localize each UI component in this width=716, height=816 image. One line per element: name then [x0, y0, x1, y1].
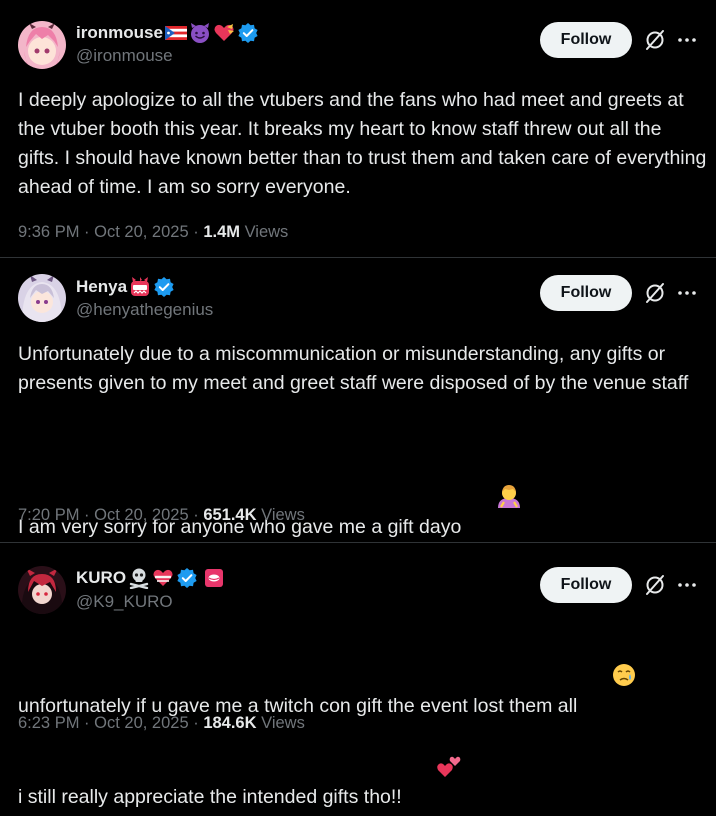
views-count[interactable]: 1.4M	[203, 223, 240, 241]
views-label: Views	[244, 223, 289, 241]
smiling-devil-face-icon	[189, 22, 211, 44]
post-text-line-2: i still really appreciate the intended g…	[18, 786, 402, 808]
grok-icon[interactable]	[643, 281, 667, 305]
post-text: Unfortunately due to a miscommunication …	[18, 340, 708, 398]
verified-badge-icon	[153, 276, 175, 298]
more-options-icon[interactable]	[675, 28, 699, 52]
grok-icon[interactable]	[643, 28, 667, 52]
puerto-rico-flag-icon	[164, 26, 187, 40]
more-options-icon[interactable]	[675, 281, 699, 305]
skull-and-crossbones-icon	[128, 567, 150, 589]
meta-separator: ·	[193, 506, 199, 524]
verified-badge-icon	[176, 567, 198, 589]
post-time[interactable]: 6:23 PM	[18, 714, 79, 732]
handle[interactable]: @K9_KURO	[76, 592, 173, 612]
meta-separator: ·	[84, 714, 90, 732]
crying-face-icon	[579, 634, 636, 725]
post-henya[interactable]: Henya @henyathegenius Follow Unfortunate…	[0, 258, 716, 543]
meta-separator: ·	[84, 223, 90, 241]
avatar[interactable]	[18, 274, 66, 322]
verified-badge-icon	[237, 22, 259, 44]
name-row: KURO	[76, 567, 224, 589]
post-meta: 9:36 PM · Oct 20, 2025 · 1.4M Views	[18, 223, 288, 242]
post-meta: 6:23 PM · Oct 20, 2025 · 184.6K Views	[18, 714, 305, 733]
meta-separator: ·	[84, 506, 90, 524]
post-text-paragraph-1: Unfortunately due to a miscommunication …	[18, 343, 689, 394]
meta-separator: ·	[193, 223, 199, 241]
heart-with-ribbon-icon	[152, 567, 174, 589]
post-text: I deeply apologize to all the vtubers an…	[18, 89, 712, 198]
views-label: Views	[261, 506, 305, 524]
display-name[interactable]: Henya	[76, 277, 127, 297]
post-date[interactable]: Oct 20, 2025	[94, 714, 188, 732]
meta-separator: ·	[193, 714, 199, 732]
name-row: ironmouse	[76, 22, 259, 44]
post-kuro[interactable]: KURO @K9_KURO Follow unfortunately if u …	[0, 543, 716, 808]
heart-with-ribbon-icon	[213, 22, 235, 44]
handle[interactable]: @ironmouse	[76, 46, 173, 66]
more-options-icon[interactable]	[675, 573, 699, 597]
views-label: Views	[261, 714, 305, 732]
post-ironmouse[interactable]: ironmouse @ironmouse Follow I deeply apo…	[0, 0, 716, 258]
post-date[interactable]: Oct 20, 2025	[94, 223, 188, 241]
views-count[interactable]: 651.4K	[203, 506, 256, 524]
avatar[interactable]	[18, 21, 66, 69]
post-date[interactable]: Oct 20, 2025	[94, 506, 188, 524]
follow-button[interactable]: Follow	[540, 275, 632, 311]
name-row: Henya	[76, 276, 175, 298]
handle[interactable]: @henyathegenius	[76, 300, 213, 320]
grok-icon[interactable]	[643, 573, 667, 597]
display-name[interactable]: KURO	[76, 568, 126, 588]
views-count[interactable]: 184.6K	[203, 714, 256, 732]
post-time[interactable]: 7:20 PM	[18, 506, 79, 524]
follow-button[interactable]: Follow	[540, 567, 632, 603]
post-time[interactable]: 9:36 PM	[18, 223, 79, 241]
display-name[interactable]: ironmouse	[76, 23, 163, 43]
post-text: I am very sorry for anyone who gave me a…	[18, 455, 708, 546]
follow-button[interactable]: Follow	[540, 22, 632, 58]
two-hearts-icon	[404, 725, 463, 816]
post-meta: 7:20 PM · Oct 20, 2025 · 651.4K Views	[18, 506, 305, 525]
oni-face-icon	[129, 276, 151, 298]
affiliate-badge-icon[interactable]	[204, 568, 224, 588]
person-bowing-icon	[463, 455, 522, 546]
avatar[interactable]	[18, 566, 66, 614]
